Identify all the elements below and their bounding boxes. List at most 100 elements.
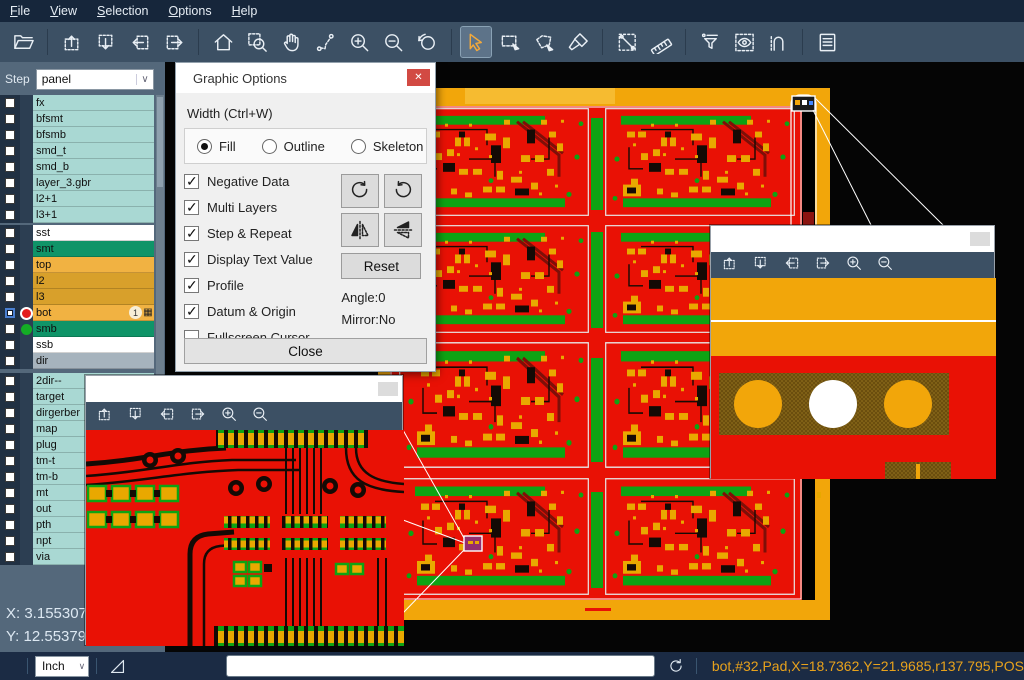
layer-visibility-checkbox[interactable] [5,178,15,188]
zoom-in-button[interactable] [845,254,863,277]
rotate-cw-button[interactable] [341,174,379,208]
refresh-icon[interactable] [667,657,685,675]
report-button[interactable] [812,27,842,57]
layer-row-smb[interactable]: smb [0,321,154,337]
measure-path-button[interactable] [310,27,340,57]
layer-name[interactable]: layer_3.gbr [33,175,154,191]
checkbox-icon[interactable] [184,278,199,293]
select-cursor-button[interactable] [461,27,491,57]
checkbox-negative-data[interactable]: Negative Data [184,174,341,189]
layer-visibility-checkbox[interactable] [5,276,15,286]
zoom-out-button[interactable] [378,27,408,57]
layer-name[interactable]: l2+1 [33,191,154,207]
magnifier-title-bar[interactable] [86,376,402,402]
layer-row-top[interactable]: top [0,257,154,273]
dialog-title-bar[interactable]: Graphic Options [176,63,435,93]
layer-name[interactable]: l3 [33,289,154,305]
checkbox-icon[interactable] [184,252,199,267]
page-right-button[interactable] [159,27,189,57]
layer-row-fx[interactable]: fx [0,95,154,111]
radio-fill[interactable]: Fill [197,139,236,154]
zoom-out-button[interactable] [876,254,894,277]
zoom-in-button[interactable] [344,27,374,57]
layer-visibility-checkbox[interactable] [5,356,15,366]
window-button-icon[interactable] [970,232,990,246]
command-input[interactable] [226,655,655,677]
zoom-out-button[interactable] [251,405,269,428]
layer-name[interactable]: sst [33,225,154,241]
zoom-in-button[interactable] [220,405,238,428]
close-icon[interactable] [407,69,430,86]
layer-name[interactable]: bot1▦ [33,305,154,321]
menu-options[interactable]: Options [158,4,221,18]
flip-vertical-button[interactable] [341,213,379,247]
page-down-button[interactable] [91,27,121,57]
layer-visibility-checkbox[interactable] [5,440,15,450]
layer-name[interactable]: ssb [33,337,154,353]
page-left-button[interactable] [783,254,801,277]
layer-row-bfsmt[interactable]: bfsmt [0,111,154,127]
menu-selection[interactable]: Selection [87,4,158,18]
layer-visibility-checkbox[interactable] [5,520,15,530]
page-left-button[interactable] [158,405,176,428]
magnifier-title-bar[interactable] [711,226,994,252]
layer-visibility-checkbox[interactable] [5,456,15,466]
window-button-icon[interactable] [378,382,398,396]
layer-name[interactable]: smd_t [33,143,154,159]
radio-outline[interactable]: Outline [262,139,325,154]
page-up-button[interactable] [721,254,739,277]
layer-visibility-checkbox[interactable] [5,392,15,402]
checkbox-icon[interactable] [184,304,199,319]
filter-button[interactable] [695,27,725,57]
select-rect-button[interactable] [495,27,525,57]
layer-name[interactable]: smt [33,241,154,257]
menu-file[interactable]: File [0,4,40,18]
layer-visibility-checkbox[interactable] [5,114,15,124]
magnifier-view[interactable] [86,430,402,644]
layer-visibility-checkbox[interactable] [5,292,15,302]
layer-visibility-checkbox[interactable] [5,552,15,562]
ruler-button[interactable] [646,27,676,57]
layer-row-smt[interactable]: smt [0,241,154,257]
layer-visibility-checkbox[interactable] [5,472,15,482]
layer-visibility-checkbox[interactable] [5,162,15,172]
magnifier-view[interactable] [711,278,994,477]
layer-row-l2-1[interactable]: l2+1 [0,191,154,207]
select-poly-button[interactable] [529,27,559,57]
brush-button[interactable] [563,27,593,57]
checkbox-multi-layers[interactable]: Multi Layers [184,200,341,215]
checkbox-step-repeat[interactable]: Step & Repeat [184,226,341,241]
menu-view[interactable]: View [40,4,87,18]
checkbox-display-text-value[interactable]: Display Text Value [184,252,341,267]
checkbox-profile[interactable]: Profile [184,278,341,293]
layer-row-sst[interactable]: sst [0,225,154,241]
close-button[interactable]: Close [184,338,427,364]
layer-name[interactable]: smd_b [33,159,154,175]
layer-visibility-checkbox[interactable] [5,324,15,334]
home-button[interactable] [208,27,238,57]
measure-line-button[interactable] [612,27,642,57]
checkbox-icon[interactable] [184,226,199,241]
layer-row-bot[interactable]: bot1▦ [0,305,154,321]
layer-name[interactable]: smb [33,321,154,337]
page-down-button[interactable] [127,405,145,428]
checkbox-icon[interactable] [184,174,199,189]
layer-row-bfsmb[interactable]: bfsmb [0,127,154,143]
layer-name[interactable]: top [33,257,154,273]
layer-name[interactable]: bfsmt [33,111,154,127]
layer-visibility-checkbox[interactable] [5,146,15,156]
magnifier-window-left[interactable] [85,375,403,645]
magnifier-window-right[interactable] [710,225,995,478]
layer-visibility-checkbox[interactable] [5,98,15,108]
page-up-button[interactable] [96,405,114,428]
layer-name[interactable]: dir [33,353,154,369]
pan-button[interactable] [276,27,306,57]
page-left-button[interactable] [125,27,155,57]
layer-row-smd-t[interactable]: smd_t [0,143,154,159]
layer-row-dir[interactable]: dir [0,353,154,369]
layer-name[interactable]: l3+1 [33,207,154,223]
view-options-button[interactable] [729,27,759,57]
reset-button[interactable]: Reset [341,253,421,279]
layer-visibility-checkbox[interactable] [5,376,15,386]
layer-visibility-checkbox[interactable] [5,424,15,434]
